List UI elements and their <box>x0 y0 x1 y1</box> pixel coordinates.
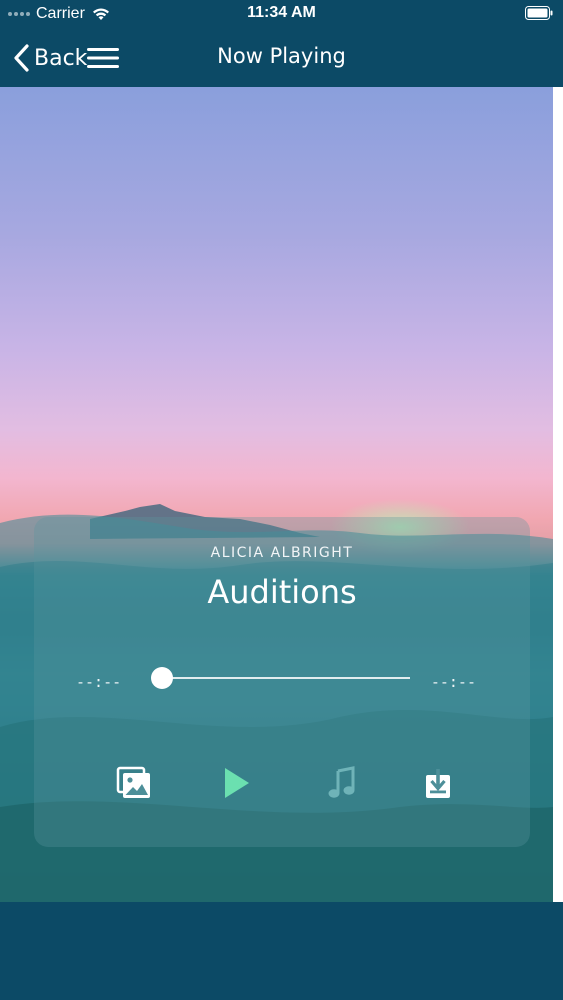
time-remaining: --:-- <box>430 673 476 691</box>
download-icon <box>426 769 450 798</box>
progress-slider[interactable] <box>151 667 410 689</box>
music-note-icon <box>328 766 355 798</box>
player-card: ALICIA ALBRIGHT Auditions --:-- --:-- <box>34 517 530 847</box>
time-elapsed: --:-- <box>76 673 122 691</box>
photos-icon <box>116 766 150 798</box>
page-title: Now Playing <box>217 44 346 68</box>
status-bar: Carrier 11:34 AM <box>0 0 563 30</box>
progress-knob[interactable] <box>151 667 173 689</box>
battery-icon <box>525 6 553 20</box>
track-title: Auditions <box>207 573 357 611</box>
play-button[interactable] <box>218 765 254 801</box>
music-button[interactable] <box>324 765 360 801</box>
status-time: 11:34 AM <box>247 4 316 21</box>
gallery-button[interactable] <box>116 765 152 801</box>
nav-bar: Back Now Playing <box>0 30 563 87</box>
download-button[interactable] <box>420 765 456 801</box>
play-icon <box>225 768 249 798</box>
artist-name: ALICIA ALBRIGHT <box>210 545 354 561</box>
right-edge-divider <box>553 87 563 902</box>
